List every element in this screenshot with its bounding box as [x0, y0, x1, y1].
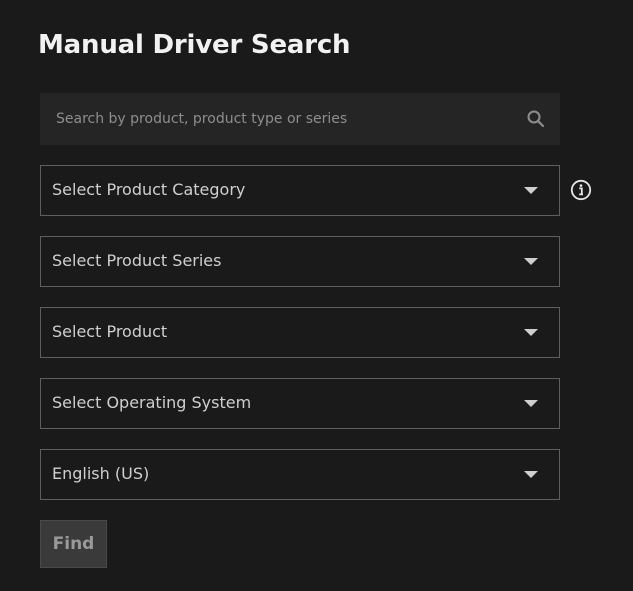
chevron-down-icon — [524, 329, 538, 336]
language-label: English (US) — [52, 464, 150, 483]
chevron-down-icon — [524, 187, 538, 194]
page-title: Manual Driver Search — [38, 30, 351, 60]
chevron-down-icon — [524, 258, 538, 265]
search-input[interactable] — [40, 93, 520, 145]
product-label: Select Product — [52, 322, 168, 341]
product-select[interactable]: Select Product — [40, 307, 560, 358]
product-series-select[interactable]: Select Product Series — [40, 236, 560, 287]
product-category-label: Select Product Category — [52, 180, 246, 199]
chevron-down-icon — [524, 471, 538, 478]
product-series-label: Select Product Series — [52, 251, 222, 270]
operating-system-label: Select Operating System — [52, 393, 252, 412]
search-icon[interactable] — [526, 109, 546, 129]
info-icon[interactable] — [570, 179, 592, 201]
find-button[interactable]: Find — [40, 520, 107, 568]
operating-system-select[interactable]: Select Operating System — [40, 378, 560, 429]
search-box — [40, 93, 560, 145]
product-category-select[interactable]: Select Product Category — [40, 165, 560, 216]
chevron-down-icon — [524, 400, 538, 407]
language-select[interactable]: English (US) — [40, 449, 560, 500]
